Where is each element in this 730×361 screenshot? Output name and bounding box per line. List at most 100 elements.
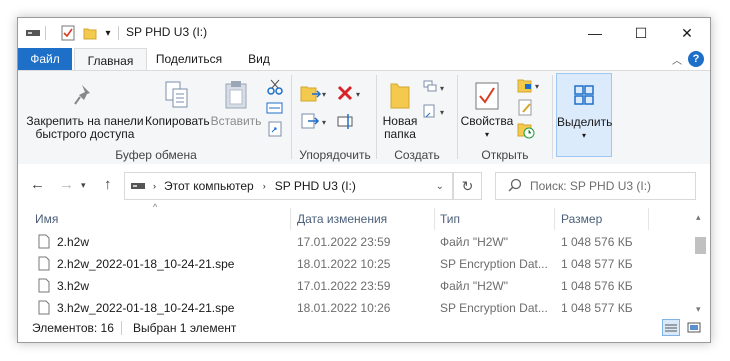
edit-button[interactable] xyxy=(517,99,537,117)
chevron-down-icon: ▾ xyxy=(81,180,86,190)
search-placeholder: Поиск: SP PHD U3 (I:) xyxy=(530,179,652,193)
copy-path-icon[interactable] xyxy=(266,101,284,117)
file-size: 1 048 577 КБ xyxy=(561,301,633,315)
file-name: 3.h2w_2022-01-18_10-24-21.spe xyxy=(57,301,235,315)
breadcrumb-this-pc[interactable]: Этот компьютер xyxy=(164,179,254,193)
file-row[interactable]: 2.h2w 17.01.2022 23:59 Файл "H2W" 1 048 … xyxy=(18,231,690,252)
details-view-icon xyxy=(665,324,677,331)
ribbon: Закрепить на панели быстрого доступа Коп… xyxy=(18,70,710,165)
forward-button[interactable]: → xyxy=(59,176,74,193)
group-divider xyxy=(291,75,292,159)
details-view-button[interactable] xyxy=(662,319,680,336)
column-size[interactable]: Размер xyxy=(561,212,602,226)
move-to-button[interactable]: ▾ xyxy=(300,83,328,105)
refresh-button[interactable]: ↻ xyxy=(453,172,482,200)
minimize-button[interactable]: — xyxy=(572,18,618,48)
selection-count: Выбран 1 элемент xyxy=(133,321,237,335)
maximize-button[interactable]: ☐ xyxy=(618,18,664,48)
cut-icon[interactable] xyxy=(266,79,284,95)
history-icon xyxy=(517,123,535,139)
svg-text:▾: ▾ xyxy=(356,90,360,99)
collapse-ribbon-icon[interactable]: ︿ xyxy=(672,52,682,67)
column-divider[interactable] xyxy=(434,208,435,230)
file-date: 18.01.2022 10:26 xyxy=(297,301,391,315)
open-button[interactable]: ▾ xyxy=(517,77,543,95)
qa-separator xyxy=(118,26,119,40)
address-dropdown-icon[interactable]: ⌄ xyxy=(436,181,444,192)
file-type: Файл "H2W" xyxy=(440,235,509,249)
ribbon-tabs: Файл Главная Поделиться Вид ︿ ? xyxy=(18,48,710,72)
pin-icon xyxy=(22,75,148,115)
window-title: SP PHD U3 (I:) xyxy=(126,25,208,39)
pin-label-2: быстрого доступа xyxy=(35,127,135,141)
column-divider[interactable] xyxy=(648,208,649,230)
file-icon xyxy=(38,256,50,274)
customize-quick-access-button[interactable]: ▾ xyxy=(102,24,114,42)
paste-shortcut-icon[interactable] xyxy=(266,121,284,137)
column-divider[interactable] xyxy=(290,208,291,230)
file-size: 1 048 576 КБ xyxy=(561,279,633,293)
rename-button[interactable] xyxy=(336,111,364,133)
select-grid-icon xyxy=(557,74,611,116)
file-icon xyxy=(38,300,50,318)
tab-home[interactable]: Главная xyxy=(74,48,147,72)
column-headers: ^ Имя Дата изменения Тип Размер xyxy=(18,202,690,230)
copy-button[interactable]: Копировать xyxy=(145,75,210,128)
explorer-window: ▾ SP PHD U3 (I:) — ☐ ✕ Файл Главная Поде… xyxy=(17,17,711,343)
select-button[interactable]: Выделить ▾ xyxy=(556,73,612,157)
file-size: 1 048 576 КБ xyxy=(561,235,633,249)
group-divider xyxy=(376,75,377,159)
search-box[interactable]: Поиск: SP PHD U3 (I:) xyxy=(495,172,696,200)
title-bar: ▾ SP PHD U3 (I:) — ☐ ✕ xyxy=(18,18,710,48)
refresh-icon: ↻ xyxy=(461,177,474,194)
large-icons-view-icon xyxy=(687,322,701,333)
search-icon xyxy=(508,178,522,195)
paste-button[interactable]: Вставить xyxy=(210,75,262,128)
new-folder-button[interactable]: Новая папка xyxy=(378,75,422,141)
delete-button[interactable]: ▾ xyxy=(336,83,364,105)
file-name: 2.h2w xyxy=(57,235,90,249)
easy-access-icon: ▾ xyxy=(423,104,444,118)
delete-icon: ▾ xyxy=(337,85,360,101)
close-button[interactable]: ✕ xyxy=(664,18,710,48)
help-icon[interactable]: ? xyxy=(688,51,704,67)
vertical-scrollbar[interactable]: ▴ ▾ xyxy=(692,208,709,320)
column-divider[interactable] xyxy=(554,208,555,230)
chevron-down-icon: ▾ xyxy=(105,27,111,39)
scrollbar-thumb[interactable] xyxy=(695,237,706,254)
column-type[interactable]: Тип xyxy=(440,212,460,226)
properties-button[interactable]: Свойства ▾ xyxy=(459,75,515,141)
file-row[interactable]: 3.h2w 17.01.2022 23:59 Файл "H2W" 1 048 … xyxy=(18,275,690,296)
new-folder-label-2: папка xyxy=(384,127,416,141)
file-size: 1 048 577 КБ xyxy=(561,257,633,271)
scroll-down-icon[interactable]: ▾ xyxy=(696,304,701,315)
file-date: 17.01.2022 23:59 xyxy=(297,235,391,249)
select-label: Выделить xyxy=(557,115,613,129)
history-button[interactable] xyxy=(517,121,537,139)
file-row[interactable]: 2.h2w_2022-01-18_10-24-21.spe 18.01.2022… xyxy=(18,253,690,274)
properties-icon[interactable] xyxy=(60,24,76,42)
file-type: Файл "H2W" xyxy=(440,279,509,293)
column-date-modified[interactable]: Дата изменения xyxy=(297,212,387,226)
copy-to-button[interactable]: ▾ xyxy=(300,111,328,133)
address-bar[interactable]: › Этот компьютер › SP PHD U3 (I:) ⌄ xyxy=(124,172,453,200)
new-item-icon: ▾ xyxy=(423,80,444,93)
back-button[interactable]: ← xyxy=(30,176,45,193)
large-icons-view-button[interactable] xyxy=(685,319,703,336)
up-arrow-icon: ↑ xyxy=(104,176,112,193)
column-name[interactable]: Имя xyxy=(35,212,58,226)
new-folder-icon[interactable] xyxy=(82,24,98,42)
up-button[interactable]: ↑ xyxy=(104,176,112,193)
new-item-button[interactable]: ▾ xyxy=(422,79,448,99)
tab-view[interactable]: Вид xyxy=(239,48,279,70)
scroll-up-icon[interactable]: ▴ xyxy=(696,212,701,223)
minimize-icon: — xyxy=(588,25,602,41)
breadcrumb-drive[interactable]: SP PHD U3 (I:) xyxy=(275,179,356,193)
pin-to-quick-access-button[interactable]: Закрепить на панели быстрого доступа xyxy=(22,75,148,141)
file-row[interactable]: 3.h2w_2022-01-18_10-24-21.spe 18.01.2022… xyxy=(18,297,690,318)
easy-access-button[interactable]: ▾ xyxy=(422,103,448,123)
tab-file[interactable]: Файл xyxy=(18,48,72,70)
tab-share[interactable]: Поделиться xyxy=(149,48,229,70)
recent-locations-button[interactable]: ▾ xyxy=(81,180,86,191)
file-icon xyxy=(38,278,50,296)
